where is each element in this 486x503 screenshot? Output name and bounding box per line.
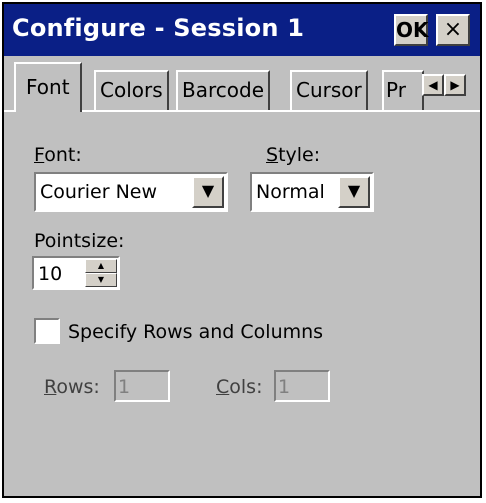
spin-up-button[interactable]: ▲: [85, 259, 117, 273]
cols-input[interactable]: 1: [274, 370, 330, 402]
style-select[interactable]: Normal ▼: [250, 172, 374, 212]
font-label: Font:: [34, 144, 82, 166]
tab-font[interactable]: Font: [14, 62, 82, 112]
chevron-down-icon: ▼: [347, 181, 361, 200]
cols-label: Cols:: [216, 376, 263, 398]
style-dropdown-button[interactable]: ▼: [338, 176, 370, 208]
specify-rows-cols-label: Specify Rows and Columns: [68, 321, 324, 343]
spin-down-button[interactable]: ▼: [85, 273, 117, 287]
tab-cursor[interactable]: Cursor: [290, 70, 368, 110]
pointsize-value: 10: [38, 263, 63, 285]
style-select-value: Normal: [256, 181, 325, 203]
specify-rows-cols-checkbox[interactable]: [34, 318, 60, 344]
font-dropdown-button[interactable]: ▼: [192, 176, 224, 208]
tab-scroll-right[interactable]: ▶: [444, 74, 466, 96]
tab-barcode[interactable]: Barcode: [176, 70, 270, 110]
arrow-down-icon: ▼: [97, 275, 105, 284]
font-select[interactable]: Courier New ▼: [34, 172, 228, 212]
pointsize-spin-buttons: ▲ ▼: [85, 259, 117, 287]
configure-dialog: Configure - Session 1 OK × Font Colors B…: [0, 0, 486, 503]
title-bar: Configure - Session 1 OK ×: [4, 4, 480, 56]
window-title: Configure - Session 1: [12, 14, 305, 42]
pointsize-label: Pointsize:: [34, 230, 125, 252]
arrow-right-icon: ▶: [450, 78, 460, 92]
style-label: Style:: [266, 144, 321, 166]
close-icon: ×: [443, 17, 463, 42]
rows-label: Rows:: [44, 376, 100, 398]
font-select-value: Courier New: [40, 181, 158, 203]
tab-pr[interactable]: Pr: [382, 70, 424, 110]
tab-colors[interactable]: Colors: [94, 70, 169, 110]
dialog-frame: Configure - Session 1 OK × Font Colors B…: [2, 2, 482, 498]
arrow-left-icon: ◀: [428, 78, 438, 92]
tab-strip: Font Colors Barcode Cursor Pr: [4, 62, 480, 112]
pointsize-stepper[interactable]: 10 ▲ ▼: [32, 256, 120, 290]
rows-input[interactable]: 1: [114, 370, 170, 402]
ok-button[interactable]: OK: [394, 14, 429, 46]
chevron-down-icon: ▼: [201, 181, 215, 200]
tab-scroll-left[interactable]: ◀: [422, 74, 444, 96]
arrow-up-icon: ▲: [97, 261, 105, 270]
close-button[interactable]: ×: [436, 14, 470, 46]
